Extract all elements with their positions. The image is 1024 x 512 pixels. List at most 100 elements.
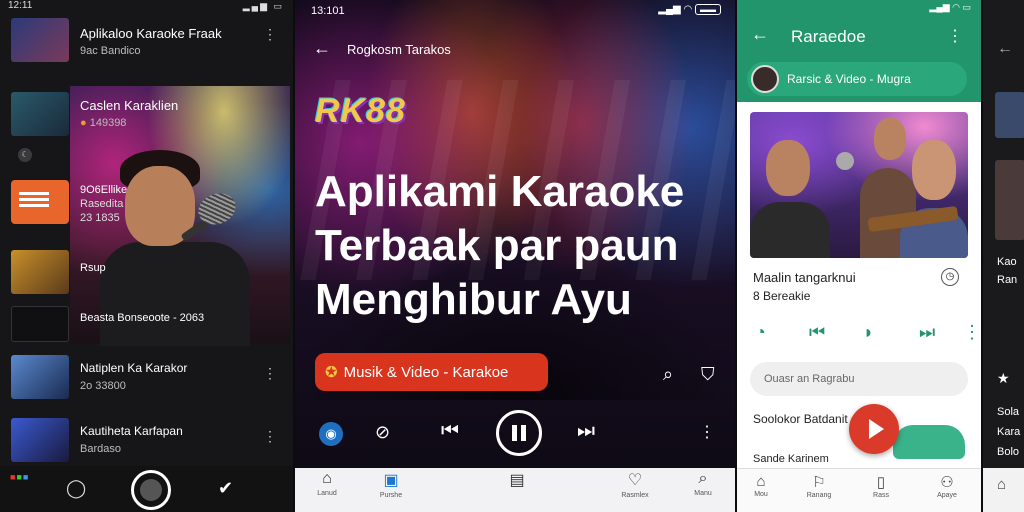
- item-title: 9O6Ellike: [80, 184, 128, 196]
- item-count: 149398: [89, 117, 127, 129]
- bottom-navigation: ⌂ Lanud ▣ Purshe ▤ ♡ Rasmlex ⌕ Manu: [295, 468, 735, 512]
- nav-label: Manu: [694, 490, 712, 497]
- music-emoji-icon: ✪: [325, 364, 338, 381]
- category-chip[interactable]: ✪ Musik & Video - Karakoe: [315, 353, 548, 391]
- bottom-navigation: ⌂ Mou ⚐ Ranang ▯ Rass ⚇ Apaye: [737, 468, 981, 512]
- battery-icon: ▬▬: [695, 4, 721, 15]
- status-icons: ▂▄▆ ◠ ▭: [929, 2, 971, 12]
- more-icon[interactable]: ⋮: [263, 26, 277, 43]
- back-arrow-icon[interactable]: ←: [751, 24, 769, 45]
- nav-library[interactable]: ▯ Rass: [857, 473, 905, 499]
- music-icon: ▣: [383, 472, 399, 489]
- item-title: Caslen Karaklien: [80, 98, 179, 113]
- shield-icon[interactable]: ⛉: [701, 364, 715, 385]
- nav-search[interactable]: ⌕ Manu: [673, 470, 733, 497]
- previous-track-icon[interactable]: ⏮: [441, 420, 459, 443]
- category-label: Musik & Video - Karakoe: [343, 363, 509, 381]
- library-icon: ▤: [509, 472, 525, 489]
- playlist-screen: 12:11 ▂▄▆ ▭ Aplikaloo Karaoke Fraak 9ac …: [0, 0, 293, 512]
- play-icon[interactable]: ◗: [863, 322, 874, 343]
- status-icons: ▂▄▆ ◠ ▬▬: [658, 4, 721, 15]
- nav-home[interactable]: ⌂ Lanud: [297, 470, 357, 497]
- nav-explore[interactable]: ⚐ Ranang: [795, 473, 843, 499]
- nav-music[interactable]: ▣ Purshe: [361, 470, 421, 499]
- link-icon[interactable]: ⊘: [375, 422, 390, 443]
- search-icon: ⌕: [698, 470, 708, 487]
- status-bar: 12:11 ▂▄▆ ▭: [8, 0, 288, 12]
- screen-title: Rogkosm Tarakos: [347, 42, 451, 57]
- nav-label: Lanud: [317, 490, 337, 497]
- song-detail-screen: ▂▄▆ ◠ ▭ ← Raraedoe ⋮ Rarsic & Video - Mu…: [737, 0, 981, 512]
- item-subtitle: 9ac Bandico: [80, 45, 141, 57]
- pause-button[interactable]: [496, 410, 542, 456]
- headline-line-2: Terbaak par paun: [315, 221, 679, 270]
- more-icon[interactable]: ⋮: [263, 365, 277, 382]
- partial-text: Ran: [997, 274, 1018, 286]
- timer-icon[interactable]: ◔: [755, 322, 766, 343]
- moon-icon: ☾: [18, 148, 32, 162]
- check-icon[interactable]: ✔: [218, 478, 233, 499]
- more-icon[interactable]: ⋮: [963, 322, 981, 343]
- list-item[interactable]: Rsup: [0, 250, 293, 296]
- signal-icon: ▂▄▆ ▭: [242, 1, 284, 11]
- nav-label: Rasmlex: [621, 492, 649, 499]
- item-thumbnail: [11, 250, 69, 294]
- book-icon: ▯: [876, 474, 886, 491]
- back-arrow-icon[interactable]: ←: [313, 38, 331, 59]
- headline-line-3: Menghibur Ayu: [315, 275, 632, 324]
- item-thumbnail: [11, 306, 69, 342]
- karaoke-app-icon[interactable]: ◉: [319, 422, 343, 446]
- more-icon[interactable]: ⋮: [263, 428, 277, 445]
- list-item[interactable]: 9O6Ellike Rasedita 23 1835: [0, 180, 293, 226]
- channel-chip[interactable]: Rarsic & Video - Mugra: [747, 62, 967, 96]
- next-track-icon[interactable]: ⏭: [577, 420, 595, 443]
- singer-shirt: [750, 202, 830, 258]
- more-icon[interactable]: ⋮: [947, 26, 963, 46]
- nav-label: Rass: [873, 492, 889, 499]
- item-thumbnail: [11, 355, 69, 399]
- list-item[interactable]: Kautiheta Karfapan Bardaso ⋮: [0, 418, 293, 462]
- item-subtitle: ● 149398: [80, 117, 126, 129]
- app-showcase: 12:11 ▂▄▆ ▭ Aplikaloo Karaoke Fraak 9ac …: [0, 0, 1024, 512]
- nav-profile[interactable]: ⚇ Apaye: [923, 473, 971, 499]
- list-item[interactable]: Sande Karinem: [753, 453, 829, 465]
- nav-label: Ranang: [806, 492, 832, 499]
- singer-face: [766, 140, 810, 196]
- chat-icon[interactable]: ◯: [66, 478, 86, 499]
- more-icon[interactable]: ⋮: [699, 422, 715, 442]
- item-title: Kautiheta Karfapan: [80, 424, 183, 438]
- now-playing-screen: 13:101 ▂▄▆ ◠ ▬▬ ← Rogkosm Tarakos RK88 A…: [295, 0, 735, 512]
- home-icon[interactable]: ⌂: [997, 476, 1006, 493]
- header: ▂▄▆ ◠ ▭ ← Raraedoe ⋮ Rarsic & Video - Mu…: [737, 0, 981, 102]
- page-title: Raraedoe: [791, 27, 866, 46]
- previous-track-icon[interactable]: ⏮: [809, 322, 825, 343]
- item-thumbnail: [995, 160, 1024, 240]
- next-track-icon[interactable]: ⏭: [919, 322, 935, 343]
- back-arrow-icon[interactable]: ←: [997, 40, 1013, 58]
- search-input[interactable]: Ouasr an Ragrabu: [750, 362, 968, 396]
- list-item[interactable]: Caslen Karaklien ● 149398: [0, 92, 293, 138]
- home-icon: ⌂: [756, 473, 766, 490]
- search-icon[interactable]: ⌕: [663, 364, 673, 385]
- nav-library[interactable]: ▤: [487, 470, 547, 492]
- avatar: [751, 65, 779, 93]
- list-item[interactable]: Natiplen Ka Karakor 2o 33800 ⋮: [0, 355, 293, 401]
- partial-text: Kao: [997, 256, 1017, 268]
- partial-text: Kara: [997, 426, 1021, 438]
- list-item[interactable]: Aplikaloo Karaoke Fraak 9ac Bandico ⋮: [0, 18, 293, 64]
- list-item[interactable]: Soolokor Batdanit: [753, 412, 848, 426]
- clock-icon[interactable]: ◷: [941, 268, 959, 286]
- play-button[interactable]: [849, 404, 899, 454]
- item-subtitle: Rasedita: [80, 198, 124, 210]
- headline: Aplikami Karaoke Terbaak par paun Menghi…: [315, 165, 725, 327]
- nav-home[interactable]: ⌂ Mou: [737, 473, 785, 498]
- list-item[interactable]: Beasta Bonseoote - 2063: [0, 306, 293, 342]
- singer-face: [874, 118, 906, 160]
- partial-screen: ← Kao Ran ★ Sola Kara Bolo ⌂: [983, 0, 1024, 512]
- nav-favorites[interactable]: ♡ Rasmlex: [605, 470, 665, 499]
- status-time: 12:11: [8, 0, 33, 11]
- record-button[interactable]: [131, 470, 171, 510]
- microphone-icon: [836, 152, 854, 170]
- item-thumbnail: [11, 18, 69, 62]
- singer-face: [912, 140, 956, 200]
